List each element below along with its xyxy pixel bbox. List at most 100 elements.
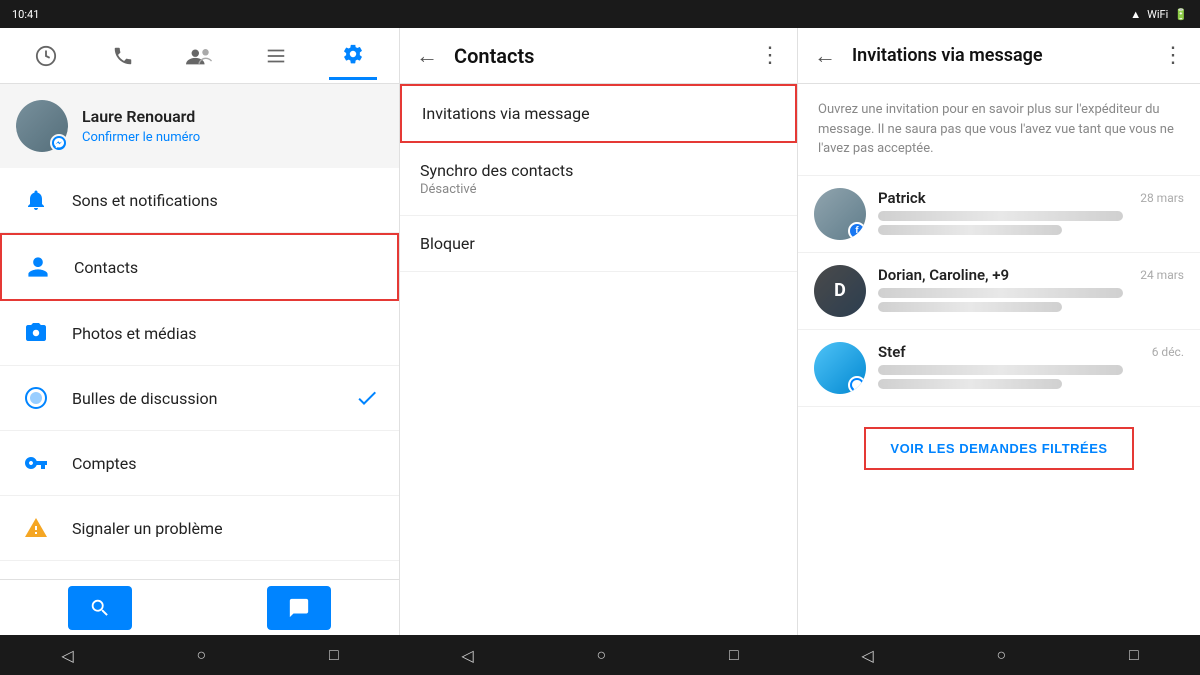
signal-icon: ▲ xyxy=(1130,8,1141,21)
patrick-name-row: Patrick 28 mars xyxy=(878,189,1184,207)
bottom-bar xyxy=(0,579,399,635)
dorian-content: Dorian, Caroline, +9 24 mars xyxy=(878,266,1184,316)
compose-button[interactable] xyxy=(267,586,331,630)
confirm-link[interactable]: Confirmer le numéro xyxy=(82,130,200,145)
filtered-btn-container: VOIR LES DEMANDES FILTRÉES xyxy=(798,407,1200,490)
back-button-android-2[interactable]: ◁ xyxy=(461,646,473,665)
invitation-item-dorian[interactable]: D Dorian, Caroline, +9 24 mars xyxy=(798,253,1200,330)
settings-item-signaler[interactable]: Signaler un problème xyxy=(0,496,399,561)
home-button-android[interactable]: ○ xyxy=(196,645,206,665)
invitations-header: ← Invitations via message ⋮ xyxy=(798,28,1200,84)
nav-phone[interactable] xyxy=(99,32,147,80)
contacts-label: Contacts xyxy=(74,258,377,277)
key-icon xyxy=(20,447,52,479)
top-nav xyxy=(0,28,399,84)
settings-item-contacts[interactable]: Contacts xyxy=(0,233,399,301)
android-nav: ◁ ○ □ ◁ ○ □ ◁ ○ □ xyxy=(0,635,1200,675)
info-text: Ouvrez une invitation pour en savoir plu… xyxy=(798,84,1200,176)
android-nav-right: ◁ ○ □ xyxy=(800,645,1200,665)
dorian-name: Dorian, Caroline, +9 xyxy=(878,266,1009,284)
wifi-icon: WiFi xyxy=(1147,8,1168,21)
messenger-badge xyxy=(50,134,68,152)
android-nav-left: ◁ ○ □ xyxy=(0,645,400,665)
back-button-android[interactable]: ◁ xyxy=(61,646,73,665)
invitations-back-button[interactable]: ← xyxy=(814,43,836,69)
recents-button-android-3[interactable]: □ xyxy=(1129,645,1139,665)
invitations-title: Invitations via message xyxy=(852,45,1043,66)
settings-item-bulles[interactable]: Bulles de discussion xyxy=(0,366,399,431)
nav-clock[interactable] xyxy=(22,32,70,80)
bubble-icon xyxy=(20,382,52,414)
stef-blur-2 xyxy=(878,379,1062,389)
user-info: Laure Renouard Confirmer le numéro xyxy=(82,107,383,145)
status-bar: 10:41 ▲ WiFi 🔋 xyxy=(0,0,1200,28)
status-icons: ▲ WiFi 🔋 xyxy=(1130,8,1188,21)
recents-button-android-2[interactable]: □ xyxy=(729,645,739,665)
main-area: Laure Renouard Confirmer le numéro Sons … xyxy=(0,28,1200,635)
dorian-blur-1 xyxy=(878,288,1123,298)
status-time: 10:41 xyxy=(12,8,39,21)
android-nav-center: ◁ ○ □ xyxy=(400,645,800,665)
comptes-label: Comptes xyxy=(72,454,379,473)
invitations-more-button[interactable]: ⋮ xyxy=(1162,43,1184,68)
invitation-item-stef[interactable]: Stef 6 déc. xyxy=(798,330,1200,407)
bell-icon xyxy=(20,184,52,216)
middle-panel: ← Contacts ⋮ Invitations via message Syn… xyxy=(400,28,798,635)
patrick-content: Patrick 28 mars xyxy=(878,189,1184,239)
synchro-title: Synchro des contacts xyxy=(420,161,777,180)
recents-button-android[interactable]: □ xyxy=(329,645,339,665)
invitations-menu-item[interactable]: Invitations via message xyxy=(400,84,797,143)
bloquer-menu-item[interactable]: Bloquer xyxy=(400,216,797,272)
user-name: Laure Renouard xyxy=(82,107,383,126)
stef-date: 6 déc. xyxy=(1152,345,1184,359)
patrick-avatar: f xyxy=(814,188,866,240)
settings-item-photos[interactable]: Photos et médias xyxy=(0,301,399,366)
dorian-name-row: Dorian, Caroline, +9 24 mars xyxy=(878,266,1184,284)
contacts-header: ← Contacts ⋮ xyxy=(400,28,797,84)
stef-name-row: Stef 6 déc. xyxy=(878,343,1184,361)
patrick-name: Patrick xyxy=(878,189,926,207)
left-panel: Laure Renouard Confirmer le numéro Sons … xyxy=(0,28,400,635)
nav-list[interactable] xyxy=(252,32,300,80)
right-panel: ← Invitations via message ⋮ Ouvrez une i… xyxy=(798,28,1200,635)
messenger-badge-stef xyxy=(848,376,866,394)
contacts-more-button[interactable]: ⋮ xyxy=(759,43,781,68)
invitations-menu-title: Invitations via message xyxy=(422,104,775,123)
invitation-item-patrick[interactable]: f Patrick 28 mars xyxy=(798,176,1200,253)
contacts-back-button[interactable]: ← xyxy=(416,43,438,69)
settings-item-comptes[interactable]: Comptes xyxy=(0,431,399,496)
contacts-title: Contacts xyxy=(454,44,534,68)
dorian-date: 24 mars xyxy=(1140,268,1184,282)
sons-label: Sons et notifications xyxy=(72,191,379,210)
settings-item-sons[interactable]: Sons et notifications xyxy=(0,168,399,233)
stef-name: Stef xyxy=(878,343,906,361)
nav-settings[interactable] xyxy=(329,32,377,80)
search-button[interactable] xyxy=(68,586,132,630)
back-button-android-3[interactable]: ◁ xyxy=(861,646,873,665)
stef-avatar xyxy=(814,342,866,394)
settings-menu: Sons et notifications Contacts Photos et… xyxy=(0,168,399,579)
patrick-blur-2 xyxy=(878,225,1062,235)
time-label: 10:41 xyxy=(12,8,39,21)
home-button-android-2[interactable]: ○ xyxy=(596,645,606,665)
synchro-subtitle: Désactivé xyxy=(420,182,777,197)
stef-content: Stef 6 déc. xyxy=(878,343,1184,393)
nav-contacts[interactable] xyxy=(175,32,223,80)
stef-blur-1 xyxy=(878,365,1123,375)
battery-icon: 🔋 xyxy=(1174,8,1188,21)
bloquer-title: Bloquer xyxy=(420,234,777,253)
patrick-date: 28 mars xyxy=(1140,191,1184,205)
filtered-requests-button[interactable]: VOIR LES DEMANDES FILTRÉES xyxy=(864,427,1133,470)
avatar-container xyxy=(16,100,68,152)
bulles-label: Bulles de discussion xyxy=(72,389,335,408)
patrick-blur-1 xyxy=(878,211,1123,221)
facebook-badge: f xyxy=(848,222,866,240)
person-icon xyxy=(22,251,54,283)
dorian-avatar: D xyxy=(814,265,866,317)
photos-label: Photos et médias xyxy=(72,324,379,343)
camera-icon xyxy=(20,317,52,349)
synchro-menu-item[interactable]: Synchro des contacts Désactivé xyxy=(400,143,797,216)
home-button-android-3[interactable]: ○ xyxy=(996,645,1006,665)
bulles-checkbox[interactable] xyxy=(355,386,379,410)
user-profile: Laure Renouard Confirmer le numéro xyxy=(0,84,399,168)
